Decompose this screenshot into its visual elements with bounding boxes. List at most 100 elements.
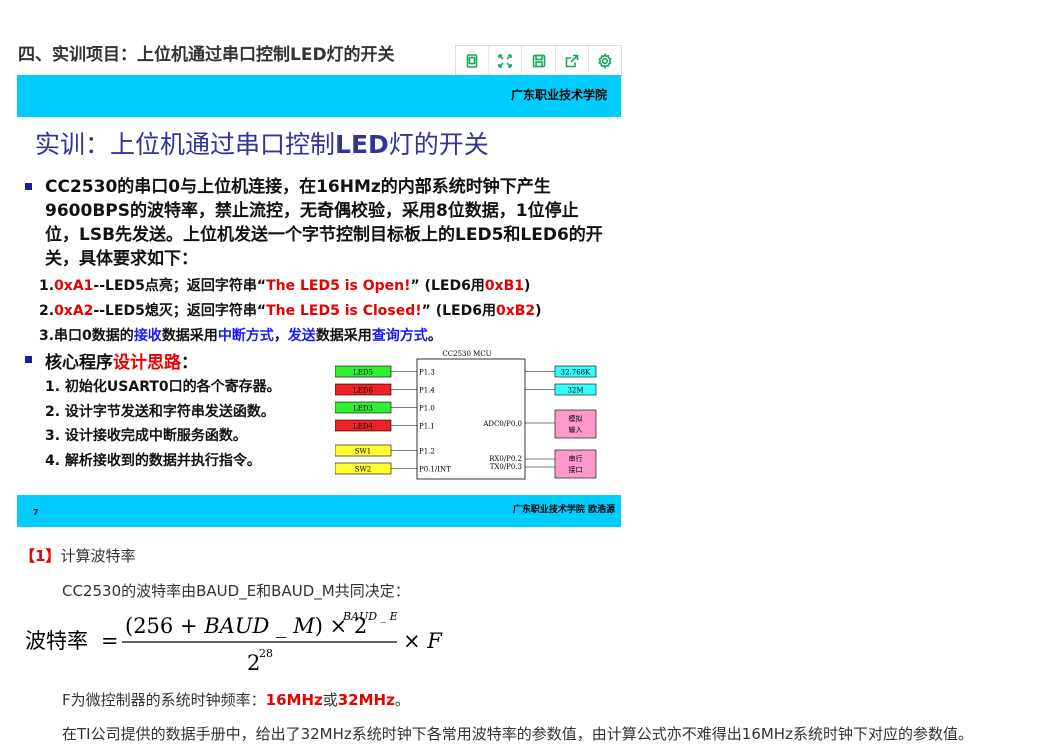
pin-adc0: ADC0/P0.0 — [482, 420, 522, 428]
subsection-heading: 【1】计算波特率 — [20, 545, 135, 566]
led4-label: LED4 — [353, 423, 373, 431]
section-heading: 四、实训项目：上位机通过串口控制LED灯的开关 — [18, 45, 395, 65]
title-prefix: 实训：上位机通过串口控制 — [35, 130, 336, 159]
req-highlight: 查询方式 — [371, 328, 428, 344]
pin-p0-1: P0.1/INT — [419, 466, 451, 474]
expand-icon — [498, 54, 513, 68]
led6-row: LED6 P1.4 — [335, 383, 435, 396]
formula-den-exponent: 28 — [259, 647, 273, 660]
sw1-row: SW1 P1.2 — [335, 444, 435, 457]
bullet-icon — [25, 356, 32, 363]
baud-rate-formula: 波特率 = (256 + BAUD _ M) × 2 BAUD _ E 2 28… — [25, 610, 443, 675]
formula-numerator: (256 + BAUD _ M) × 2 — [125, 614, 367, 638]
share-icon — [565, 54, 579, 68]
bullet-icon — [25, 183, 32, 190]
pin-p1-0: P1.0 — [419, 405, 435, 413]
settings-icon — [598, 53, 612, 69]
design-steps: 1. 初始化USART0口的各个寄存器。 2. 设计字节发送和字符串发送函数。 … — [45, 375, 281, 473]
save-button[interactable] — [522, 46, 556, 76]
pin-p1-4: P1.4 — [419, 387, 435, 395]
design-heading: 核心程序设计思路： — [45, 348, 198, 373]
share-button[interactable] — [556, 46, 589, 76]
clock-freq-text: F为微控制器的系统时钟频率：16MHz或32MHz。 — [62, 689, 410, 710]
req-text: ” (LED6用 — [421, 303, 496, 319]
clock-text-a: F为微控制器的系统时钟频率： — [62, 691, 266, 709]
settings-button[interactable] — [589, 46, 621, 76]
step-item: 2. 设计字节发送和字符串发送函数。 — [45, 403, 275, 420]
req-code2: 0xB1 — [484, 278, 524, 294]
subsection-title: 计算波特率 — [60, 547, 136, 565]
requirement-3: 3.串口0数据的接收数据采用中断方式，发送数据采用查询方式。 — [39, 325, 442, 345]
datasheet-text: 在TI公司提供的数据手册中，给出了32MHz系统时钟下各常用波特率的参数值，由计… — [62, 725, 973, 743]
req-text: 数据采用 — [161, 328, 218, 344]
req-highlight: 发送 — [287, 328, 316, 344]
slide-header-bar: 广东职业技术学院 — [17, 75, 621, 117]
clock-text-c: 或 — [322, 691, 338, 709]
formula-tail: × F — [403, 629, 443, 653]
req-text: --LED5点亮；返回字符串“ — [93, 278, 267, 294]
copy-button[interactable] — [456, 46, 490, 76]
clock-16m: 16MHz — [265, 691, 323, 709]
sw2-row: SW2 P0.1/INT — [335, 462, 451, 475]
led3-row: LED3 P1.0 — [335, 401, 435, 414]
step-item: 3. 设计接收完成中断服务函数。 — [45, 428, 247, 444]
clock-text-e: 。 — [394, 691, 410, 709]
req-code: 0xA1 — [54, 278, 94, 294]
led5-label: LED5 — [353, 369, 373, 377]
serial-label-2: 接口 — [569, 465, 583, 474]
serial-label-1: 串行 — [569, 454, 583, 463]
clock-32m: 32MHz — [337, 691, 395, 709]
mcu-diagram: CC2530 MCU LED5 P1.3 LED6 P1.4 LED3 P1.0 LE… — [335, 350, 597, 480]
analog-label-2: 输入 — [569, 425, 583, 434]
slide-title: 实训：上位机通过串口控制LED灯的开关 — [35, 125, 489, 161]
slide-footer-bar: 7 广东职业技术学院 欧浩源 — [17, 495, 621, 527]
pin-p1-3: P1.3 — [419, 369, 435, 377]
req-code2: 0xB2 — [495, 303, 536, 319]
slide-page-number: 7 — [33, 508, 39, 517]
mcu-label: CC2530 MCU — [442, 350, 491, 358]
req-highlight: 中断方式 — [217, 328, 274, 344]
pin-tx0: TX0/P0.3 — [490, 463, 522, 471]
req-text: ， — [273, 328, 288, 344]
pin-p1-1: P1.1 — [419, 423, 435, 431]
image-toolbar — [455, 45, 622, 77]
intro-paragraph: CC2530的串口0与上位机连接，在16HMz的内部系统时钟下产生9600BPS… — [45, 177, 603, 269]
slide-author: 广东职业技术学院 欧浩源 — [512, 505, 615, 515]
req-num: 2. — [39, 303, 55, 319]
formula-exponent: BAUD _ E — [342, 610, 398, 623]
req-text: --LED5熄灭；返回字符串“ — [93, 303, 267, 319]
sw2-label: SW2 — [355, 466, 371, 474]
pin-p1-2: P1.2 — [419, 448, 435, 456]
college-name: 广东职业技术学院 — [510, 88, 607, 102]
req-close: ) — [535, 303, 542, 319]
design-heading-a: 核心程序 — [45, 353, 113, 373]
led4-row: LED4 P1.1 — [335, 419, 435, 432]
req-close: ) — [524, 278, 531, 294]
crystal-32k-label: 32.768K — [561, 369, 591, 377]
title-suffix: 灯的开关 — [388, 130, 489, 159]
req-text: ” (LED6用 — [410, 278, 485, 294]
body-text: CC2530的波特率由BAUD_E和BAUD_M共同决定： — [62, 582, 410, 600]
pin-rx0: RX0/P0.2 — [489, 455, 522, 463]
analog-label-1: 模拟 — [569, 414, 583, 423]
led6-label: LED6 — [353, 387, 373, 395]
step-item: 1. 初始化USART0口的各个寄存器。 — [45, 379, 281, 395]
led5-row: LED5 P1.3 — [335, 365, 435, 378]
save-icon — [532, 54, 545, 68]
title-bold: LED — [335, 130, 389, 159]
req-msg: The LED5 is Open! — [266, 278, 411, 294]
formula-eq: = — [101, 629, 119, 653]
design-heading-b: 设计思路 — [113, 353, 181, 373]
req-num: 1. — [39, 278, 55, 294]
req-highlight: 接收 — [133, 328, 162, 344]
led3-label: LED3 — [353, 405, 373, 413]
req-code: 0xA2 — [54, 303, 94, 319]
slide-image: 广东职业技术学院 实训：上位机通过串口控制LED灯的开关 CC2530的串口0与… — [17, 75, 621, 527]
req-text: 。 — [427, 328, 442, 344]
crystal-32m-label: 32M — [567, 387, 583, 395]
expand-button[interactable] — [489, 46, 523, 76]
subsection-label: 【1】 — [20, 547, 61, 565]
req-msg: The LED5 is Closed! — [266, 303, 422, 319]
formula-lhs: 波特率 — [25, 629, 88, 653]
copy-icon — [466, 54, 478, 68]
